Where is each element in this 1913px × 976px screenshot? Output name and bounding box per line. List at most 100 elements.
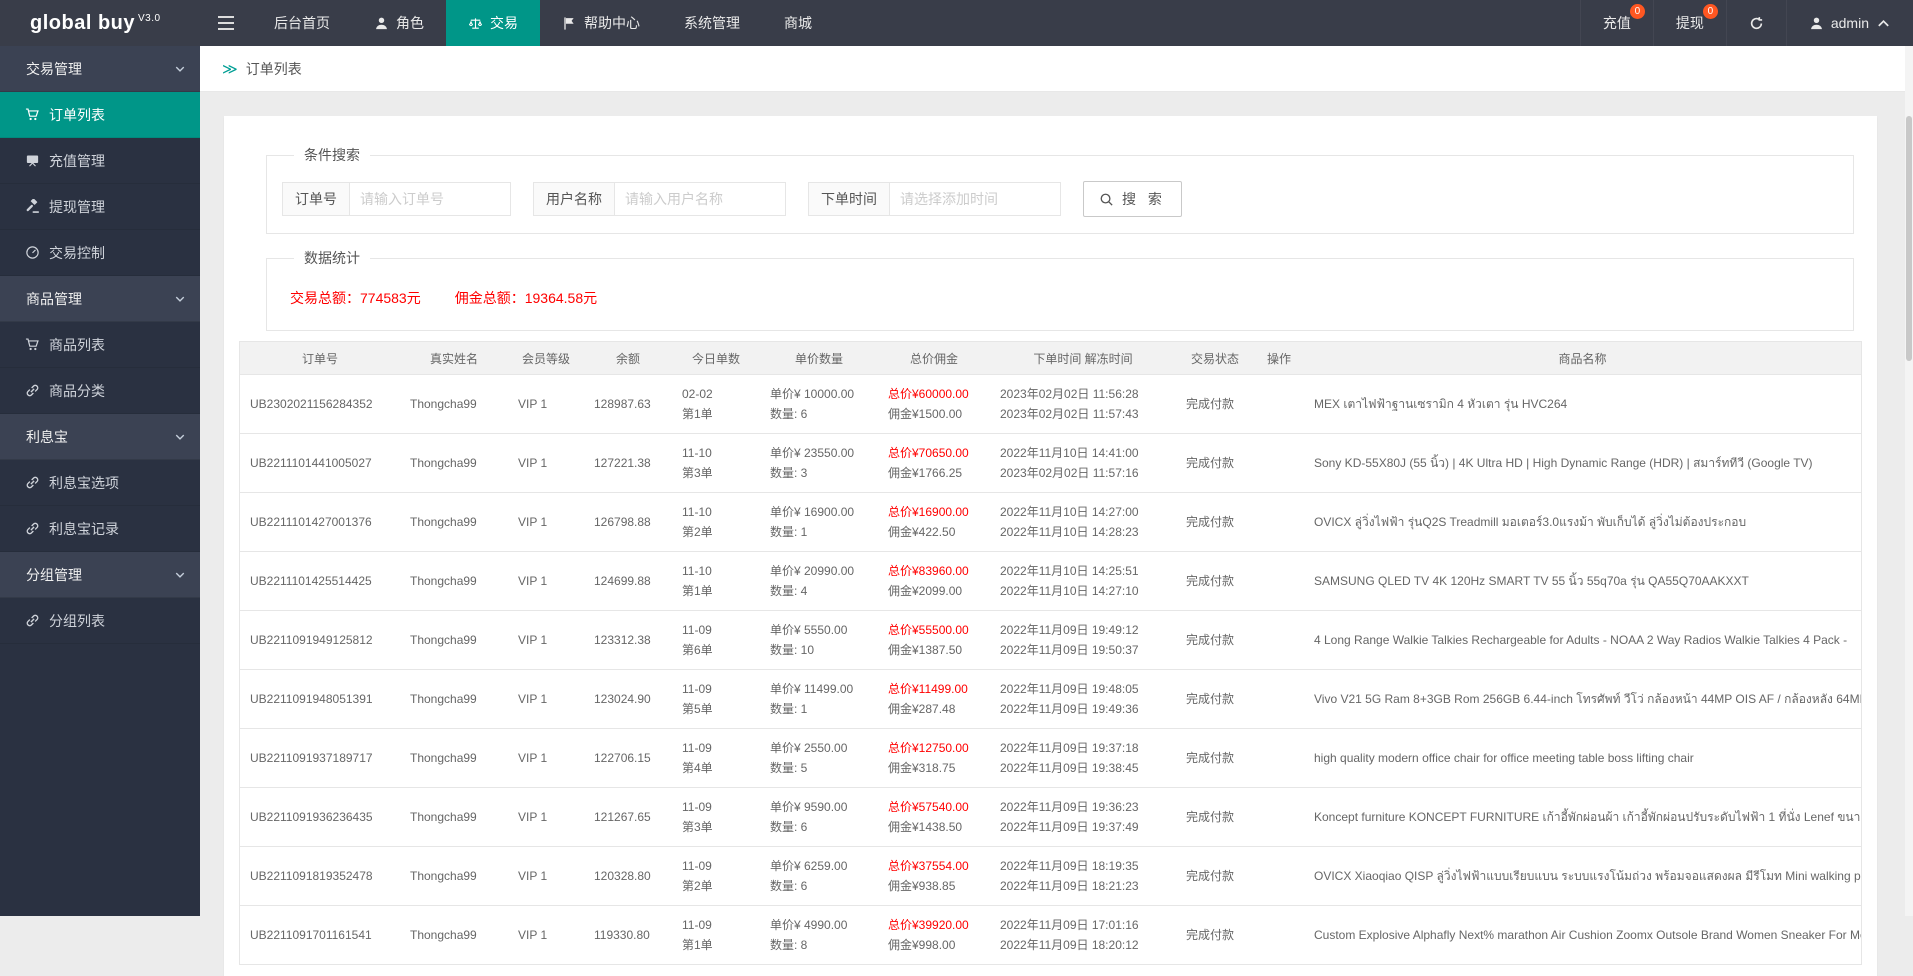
cell-price-qty: 单价¥ 4990.00数量: 8 [760,906,878,964]
cell-line: Custom Explosive Alphafly Next% marathon… [1314,927,1851,943]
sidebar-item-分组列表[interactable]: 分组列表 [0,598,200,644]
column-header-label: 会员等级 [522,350,570,367]
order-time-input[interactable] [890,183,1060,215]
cell-line: 127221.38 [594,455,662,471]
search-field-label: 订单号 [283,183,350,215]
column-header-label: 单价数量 [795,350,843,367]
cell-order-no: UB2211091936236435 [240,788,400,846]
nav-item-4[interactable]: 帮助中心 [540,0,662,46]
column-header: 下单时间 解冻时间 [990,342,1176,374]
sidebar-item-label: 利息宝选项 [49,473,119,493]
sidebar-item-商品分类[interactable]: 商品分类 [0,368,200,414]
cell-product-name: 4 Long Range Walkie Talkies Rechargeable… [1304,611,1861,669]
sidebar-group-label: 商品管理 [26,289,82,309]
search-button-label: 搜 索 [1122,189,1166,209]
sidebar-item-交易控制[interactable]: 交易控制 [0,230,200,276]
cell-line: 第2单 [682,878,750,894]
cell-trade-status: 完成付款 [1176,611,1254,669]
link-icon [25,521,40,536]
sidebar-group-分组管理[interactable]: 分组管理 [0,552,200,598]
nav-item-3[interactable]: 交易 [446,0,540,46]
sidebar-item-订单列表[interactable]: 订单列表 [0,92,200,138]
sidebar-group-商品管理[interactable]: 商品管理 [0,276,200,322]
cell-line: 佣金¥318.75 [888,760,980,776]
cell-line: 完成付款 [1186,455,1244,471]
nav-item-label: 后台首页 [274,13,330,33]
cell-line: 佣金¥1766.25 [888,465,980,481]
cell-line: 佣金¥287.48 [888,701,980,717]
cell-line: 单价¥ 4990.00 [770,917,868,933]
column-header: 单价数量 [760,342,878,374]
cell-line: VIP 1 [518,691,574,707]
cell-balance: 127221.38 [584,434,672,492]
cell-line: 第1单 [682,583,750,599]
cell-line: 完成付款 [1186,868,1244,884]
cell-total-commission: 总价¥83960.00佣金¥2099.00 [878,552,990,610]
hamburger-menu-button[interactable] [200,0,252,46]
chevron-down-icon [174,293,186,305]
sidebar-item-提现管理[interactable]: 提现管理 [0,184,200,230]
cell-line: 完成付款 [1186,750,1244,766]
refresh-button[interactable] [1726,0,1786,46]
sidebar-group-利息宝[interactable]: 利息宝 [0,414,200,460]
cell-line: 第1单 [682,406,750,422]
search-button[interactable]: 搜 索 [1083,181,1182,217]
cell-balance: 123312.38 [584,611,672,669]
cell-order-no: UB2211091948051391 [240,670,400,728]
withdraw-button[interactable]: 提现0 [1653,0,1726,46]
cell-line: Thongcha99 [410,632,498,648]
cell-order-no: UB2302021156284352 [240,375,400,433]
nav-item-label: 帮助中心 [584,13,640,33]
vertical-scrollbar [1905,46,1913,916]
cell-line: 数量: 3 [770,465,868,481]
cell-line: 完成付款 [1186,809,1244,825]
chevron-down-icon [174,569,186,581]
cell-vip-level: VIP 1 [508,670,584,728]
person-icon [374,16,389,31]
cell-order-no: UB2211101441005027 [240,434,400,492]
nav-item-6[interactable]: 商城 [762,0,834,46]
search-field-group: 用户名称 [533,182,786,216]
cell-line: Vivo V21 5G Ram 8+3GB Rom 256GB 6.44-inc… [1314,691,1851,707]
nav-item-1[interactable]: 后台首页 [252,0,352,46]
cell-total-commission: 总价¥60000.00佣金¥1500.00 [878,375,990,433]
cell-real-name: Thongcha99 [400,434,508,492]
cell-today-orders: 11-09第5单 [672,670,760,728]
search-field-group: 订单号 [282,182,511,216]
cell-line: 11-10 [682,504,750,520]
cell-vip-level: VIP 1 [508,847,584,905]
cell-line: 2023年02月02日 11:57:16 [1000,465,1166,481]
cell-order-unfreeze-time: 2023年02月02日 11:56:282023年02月02日 11:57:43 [990,375,1176,433]
column-header-label: 商品名称 [1558,350,1606,367]
scrollbar-thumb[interactable] [1906,116,1912,361]
sidebar-group-交易管理[interactable]: 交易管理 [0,46,200,92]
sidebar-item-商品列表[interactable]: 商品列表 [0,322,200,368]
cell-real-name: Thongcha99 [400,847,508,905]
cell-line: 第2单 [682,524,750,540]
column-header: 余额 [584,342,672,374]
cell-product-name: SAMSUNG QLED TV 4K 120Hz SMART TV 55 นิ้… [1304,552,1861,610]
username-input[interactable] [615,183,785,215]
stats-total: 交易总额：774583元 [290,288,421,308]
nav-item-5[interactable]: 系统管理 [662,0,762,46]
recharge-button[interactable]: 充值0 [1580,0,1653,46]
cell-line: 119330.80 [594,927,662,943]
nav-item-2[interactable]: 角色 [352,0,446,46]
cell-line: 完成付款 [1186,691,1244,707]
cell-line: Thongcha99 [410,809,498,825]
cell-vip-level: VIP 1 [508,906,584,964]
admin-user-menu[interactable]: admin [1786,0,1913,46]
sidebar-item-利息宝记录[interactable]: 利息宝记录 [0,506,200,552]
order-no-input[interactable] [350,183,510,215]
cell-line: 数量: 1 [770,524,868,540]
cell-product-name: MEX เตาไฟฟ้าฐานเซรามิก 4 หัวเตา รุ่น HVC… [1304,375,1861,433]
cell-line: 总价¥83960.00 [888,563,980,579]
column-header: 操作 [1254,342,1304,374]
scales-icon [468,16,483,31]
cell-line: VIP 1 [518,632,574,648]
sidebar-item-利息宝选项[interactable]: 利息宝选项 [0,460,200,506]
sidebar-item-充值管理[interactable]: 充值管理 [0,138,200,184]
cell-line: UB2211091936236435 [250,809,390,825]
cell-line: 2022年11月09日 18:21:23 [1000,878,1166,894]
cell-line: 120328.80 [594,868,662,884]
